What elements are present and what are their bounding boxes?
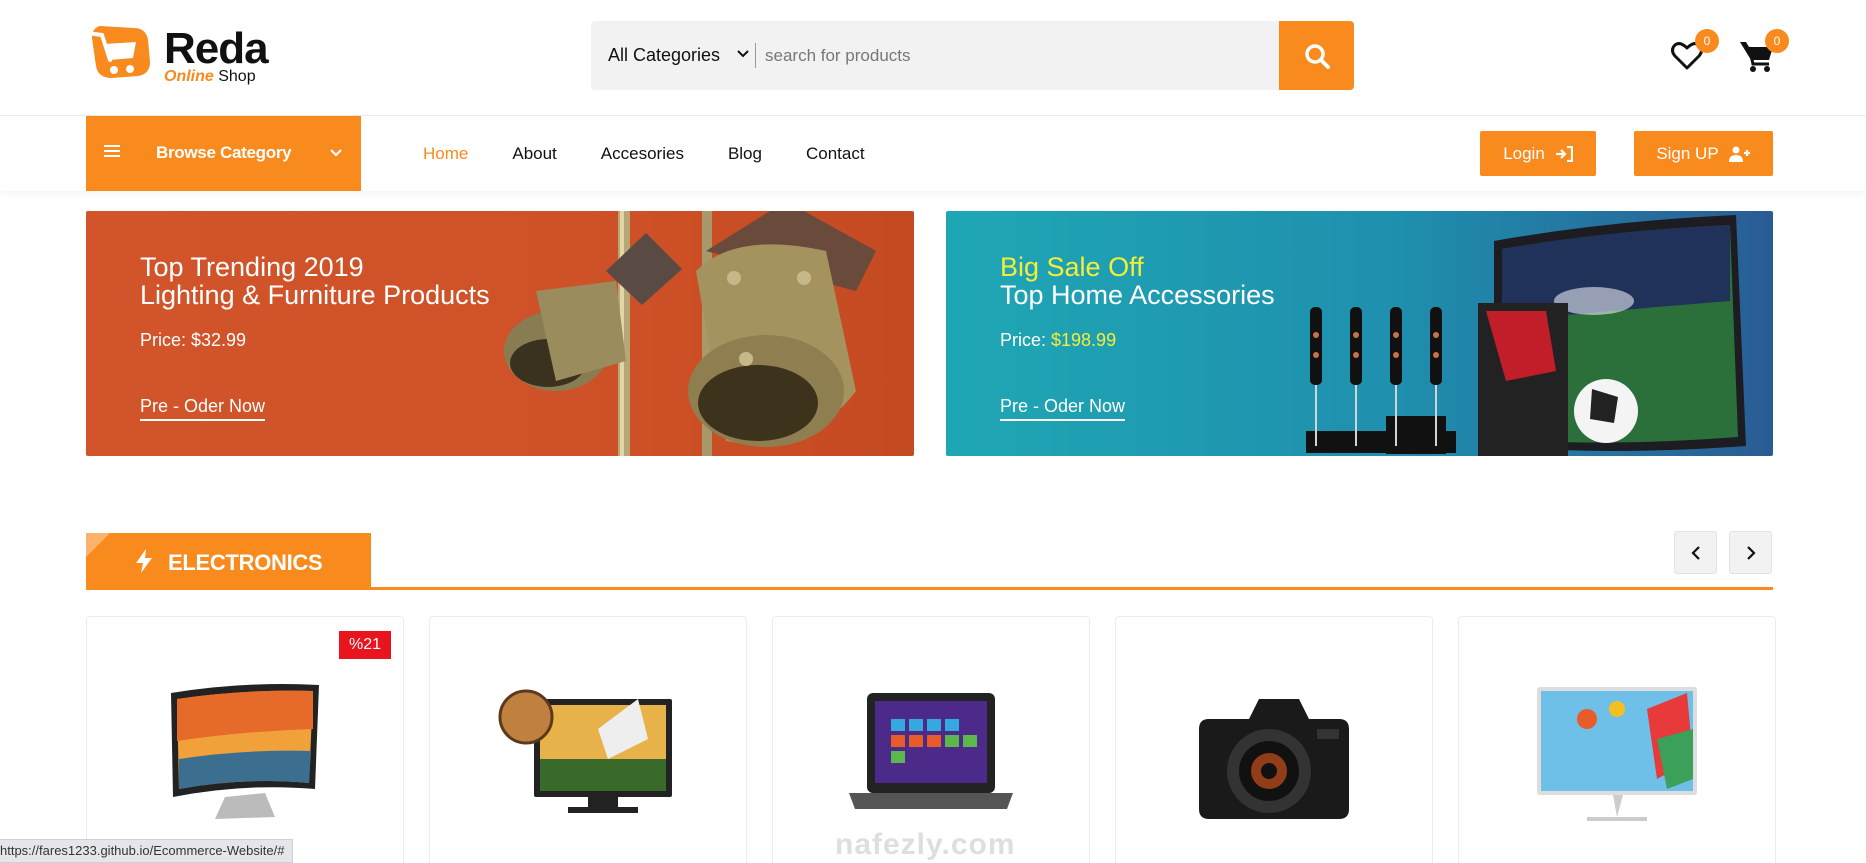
- status-bar-url: https://fares1233.github.io/Ecommerce-We…: [0, 839, 294, 863]
- main-navbar: Browse Category Home About Accesories Bl…: [0, 116, 1866, 191]
- category-select-value: All Categories: [608, 45, 721, 65]
- search-bar: All Categories: [591, 21, 1354, 90]
- search-divider: [755, 43, 756, 68]
- nav-link-home[interactable]: Home: [423, 144, 468, 164]
- browse-category-button[interactable]: Browse Category: [86, 116, 361, 191]
- monitor-icon: [1537, 687, 1697, 821]
- electronics-section-header: ELECTRONICS: [86, 533, 1773, 590]
- wishlist-count-badge: 0: [1695, 29, 1719, 53]
- promo-banner-lighting[interactable]: Top Trending 2019 Lighting & Furniture P…: [86, 211, 914, 456]
- product-card[interactable]: [1115, 616, 1433, 863]
- banner-price: Price: $32.99: [140, 330, 247, 350]
- nav-link-contact[interactable]: Contact: [806, 144, 865, 164]
- curved-tv-icon: [171, 684, 319, 819]
- search-button[interactable]: [1279, 21, 1354, 90]
- top-header: Reda Online Shop All Categories 0 0: [0, 0, 1866, 116]
- banner-price: Price: $198.99: [1000, 330, 1116, 351]
- chevron-left-icon: [1690, 545, 1700, 560]
- chevron-down-icon: [330, 149, 342, 157]
- camera-icon: [1199, 699, 1349, 819]
- banner-title-line1: Top Trending 2019: [140, 252, 364, 282]
- tab-corner-fold: [86, 533, 110, 557]
- watermark: nafezly.com: [835, 828, 1016, 861]
- chevron-down-icon: [737, 50, 749, 58]
- category-select[interactable]: All Categories: [591, 21, 756, 90]
- promo-banner-home-accessories[interactable]: Big Sale Off Top Home Accessories Price:…: [946, 211, 1773, 456]
- brand-tagline-rest: Shop: [213, 68, 256, 85]
- brand-tagline-accent: Online: [164, 68, 214, 85]
- product-card[interactable]: %21: [86, 616, 404, 863]
- product-card[interactable]: [1458, 616, 1776, 863]
- laptop-icon: [849, 693, 1013, 809]
- signup-button[interactable]: Sign UP: [1634, 131, 1773, 176]
- wishlist-button[interactable]: 0: [1667, 29, 1719, 76]
- banner-title-line1: Big Sale Off: [1000, 252, 1144, 282]
- product-card[interactable]: [772, 616, 1090, 863]
- nav-link-accesories[interactable]: Accesories: [601, 144, 684, 164]
- banner-preorder-link[interactable]: Pre - Oder Now: [1000, 396, 1126, 421]
- carousel-prev-button[interactable]: [1674, 531, 1717, 574]
- discount-badge: %21: [338, 631, 391, 659]
- chevron-right-icon: [1746, 545, 1756, 560]
- nav-link-blog[interactable]: Blog: [728, 144, 762, 164]
- carousel-next-button[interactable]: [1729, 531, 1772, 574]
- browse-category-label: Browse Category: [156, 143, 292, 162]
- nav-link-about[interactable]: About: [512, 144, 556, 164]
- search-input[interactable]: [765, 21, 1265, 90]
- banner-title-line2: Top Home Accessories: [1000, 280, 1275, 310]
- bolt-icon: [136, 549, 152, 573]
- tv-football-icon: [498, 689, 672, 813]
- nav-links: Home About Accesories Blog Contact: [423, 144, 909, 164]
- cart-count-badge: 0: [1765, 29, 1789, 53]
- banner-price-value: $198.99: [1051, 330, 1117, 350]
- product-card[interactable]: [429, 616, 747, 863]
- banner-title: Top Trending 2019 Lighting & Furniture P…: [140, 253, 490, 309]
- menu-icon: [104, 145, 120, 157]
- user-plus-icon: [1728, 146, 1750, 162]
- cart-button[interactable]: 0: [1737, 29, 1789, 76]
- login-label: Login: [1503, 143, 1545, 163]
- signup-label: Sign UP: [1656, 143, 1719, 163]
- brand-name: Reda: [164, 24, 269, 73]
- brand-tagline: Online Shop: [164, 68, 256, 86]
- section-title-tab: ELECTRONICS: [86, 533, 371, 589]
- cart-logo-icon: [92, 26, 150, 78]
- sign-in-icon: [1555, 145, 1573, 162]
- banner-title: Big Sale Off Top Home Accessories: [1000, 253, 1275, 309]
- login-button[interactable]: Login: [1480, 131, 1596, 176]
- banner-price-prefix: Price:: [1000, 330, 1052, 350]
- section-title: ELECTRONICS: [168, 550, 323, 575]
- banner-title-line2: Lighting & Furniture Products: [140, 280, 490, 310]
- brand-logo[interactable]: Reda Online Shop: [86, 20, 286, 90]
- search-icon: [1304, 43, 1330, 69]
- banner-preorder-link[interactable]: Pre - Oder Now: [140, 396, 266, 421]
